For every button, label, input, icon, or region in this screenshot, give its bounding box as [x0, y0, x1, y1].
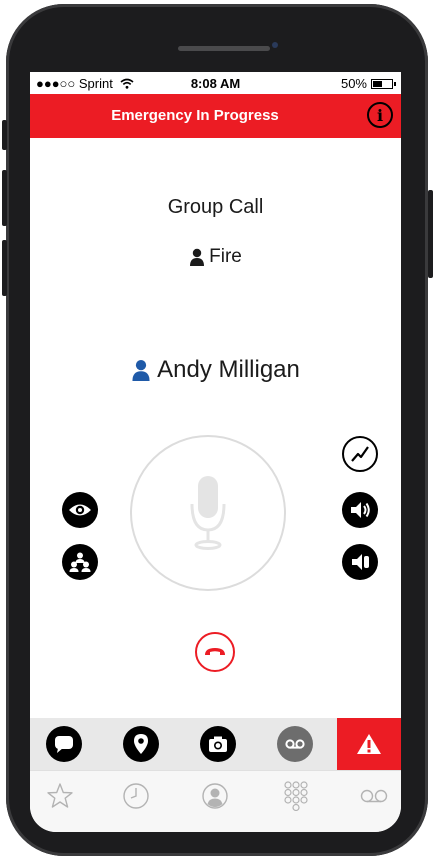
end-call-button[interactable]: [195, 632, 235, 672]
info-button[interactable]: i: [367, 102, 393, 128]
battery-icon: [371, 78, 396, 89]
emergency-alert-icon: [357, 734, 381, 754]
signal-icon: [351, 446, 369, 462]
location-button[interactable]: [123, 726, 159, 762]
status-bar: ●●●○○ Sprint 8:08 AM 50%: [30, 72, 401, 94]
front-camera: [272, 42, 278, 48]
person-icon: [190, 248, 205, 266]
side-button: [2, 170, 7, 226]
voicemail-button[interactable]: [277, 726, 313, 762]
group-members-button[interactable]: [62, 544, 98, 580]
info-icon: i: [376, 105, 384, 125]
hang-up-icon: [205, 648, 225, 655]
favorites-icon: [47, 783, 73, 808]
earpiece-icon: [352, 554, 369, 570]
message-button[interactable]: [46, 726, 82, 762]
voicemail-icon: [285, 739, 305, 749]
app-screen: ●●●○○ Sprint 8:08 AM 50% Emergency In Pr…: [30, 72, 401, 832]
group-name: Fire: [209, 246, 242, 267]
caller-person-icon: [132, 359, 150, 381]
active-speaker-row: Andy Milligan: [30, 356, 401, 384]
group-members-icon: [69, 552, 91, 572]
tab-recents[interactable]: [118, 781, 154, 811]
emergency-alert-button[interactable]: [337, 718, 401, 770]
emergency-header: Emergency In Progress i: [30, 94, 401, 138]
battery-fill: [373, 80, 382, 87]
speaker-button[interactable]: [342, 492, 378, 528]
voicemail-icon: [360, 789, 388, 803]
camera-button[interactable]: [200, 726, 236, 762]
eye-icon: [69, 504, 91, 516]
keypad-icon: [284, 781, 308, 811]
contacts-icon: [202, 783, 228, 809]
signal-quality-button[interactable]: [342, 436, 378, 472]
speaker-grille: [178, 46, 270, 51]
tab-bar: [30, 770, 401, 832]
message-icon: [55, 736, 73, 753]
header-title: Emergency In Progress: [111, 107, 279, 124]
location-icon: [134, 734, 148, 754]
battery-percent: 50%: [340, 76, 367, 91]
tab-contacts[interactable]: [197, 781, 233, 811]
call-type-label: Group Call: [167, 196, 264, 218]
battery-status: 50%: [340, 76, 396, 91]
tab-favorites[interactable]: [42, 781, 78, 811]
caller-name: Andy Milligan: [157, 356, 300, 383]
side-button: [2, 120, 7, 150]
camera-icon: [209, 736, 227, 752]
monitor-button[interactable]: [62, 492, 98, 528]
push-to-talk-button[interactable]: [130, 435, 286, 591]
side-button: [2, 240, 7, 296]
tab-voicemail[interactable]: [356, 781, 392, 811]
microphone-icon: [190, 476, 226, 550]
tab-keypad[interactable]: [278, 781, 314, 811]
side-button: [428, 190, 433, 278]
speaker-icon: [351, 502, 370, 518]
earpiece-button[interactable]: [342, 544, 378, 580]
action-bar: [30, 718, 401, 770]
group-label-row: Fire: [30, 246, 401, 268]
battery-nub: [394, 81, 396, 86]
recents-icon: [123, 783, 149, 809]
